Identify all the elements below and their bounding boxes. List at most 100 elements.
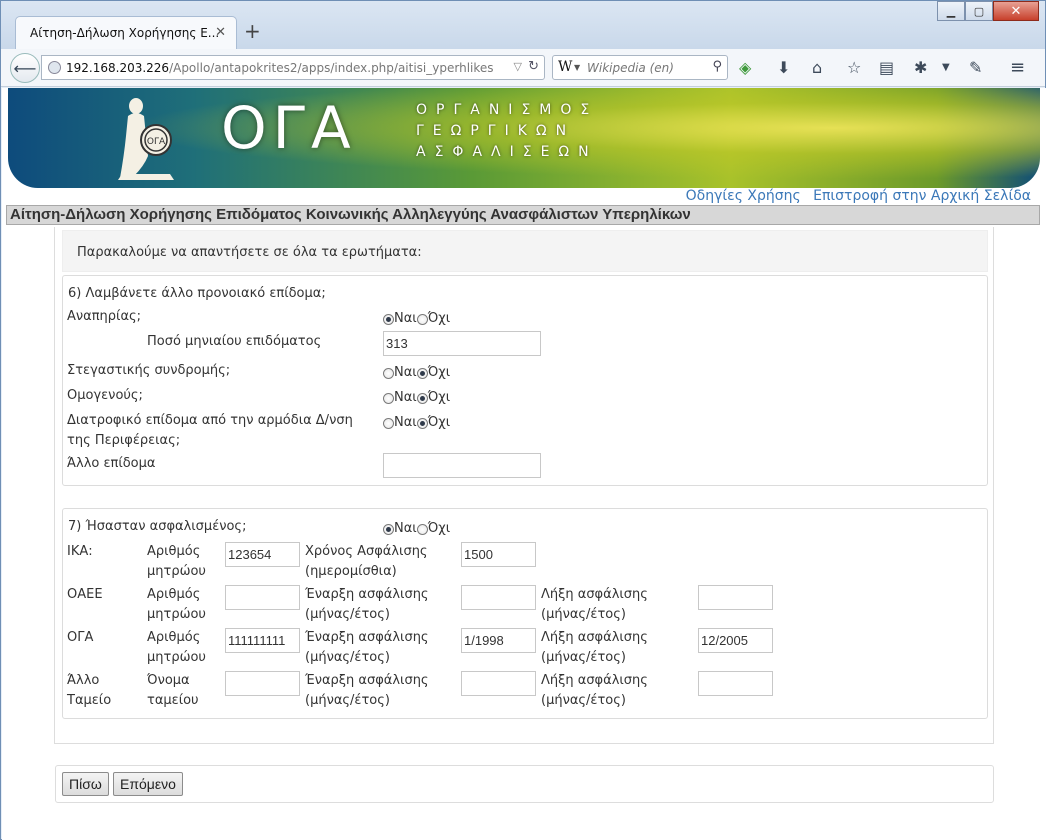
oaee-reg-field[interactable] (225, 585, 300, 610)
disability-yes-radio[interactable] (383, 313, 394, 325)
back-button[interactable]: Πίσω (62, 772, 109, 796)
ika-time-label-line-2: (ημερομίσθια) (305, 564, 397, 579)
addon-green-icon[interactable]: ◈ (739, 58, 751, 78)
ika-reg-field[interactable]: 123654 (225, 542, 300, 567)
ika-time-label-line-1: Χρόνος Ασφάλισης (305, 544, 428, 559)
food-radio-group: Ναι Όχι (383, 415, 450, 431)
oga-reg-field[interactable]: 111111111 (225, 628, 300, 653)
oaee-reg-label: Αριθμός μητρώου (147, 585, 206, 625)
ika-label: ΙΚΑ: (67, 544, 93, 559)
close-window-icon[interactable]: ✕ (993, 1, 1039, 21)
food-no-radio[interactable] (416, 417, 428, 429)
maximize-icon[interactable]: ▢ (965, 1, 993, 21)
page-viewport: ΟΓΑ ΟΓΑ ΟΡΓΑΝΙΣΜΟΣ ΓΕΩΡΓΙΚΩΝ ΑΣΦΑΛΙΣΕΩΝ … (2, 88, 1046, 840)
oga-label: ΟΓΑ (67, 630, 94, 645)
ika-time-field[interactable]: 1500 (461, 542, 536, 567)
oga-start-field[interactable]: 1/1998 (461, 628, 536, 653)
no-label: Όχι (427, 390, 451, 405)
url-text[interactable]: 192.168.203.226/Apollo/antapokrites2/app… (66, 61, 494, 75)
no-label: Όχι (427, 311, 451, 326)
insured-no-radio[interactable] (416, 523, 428, 535)
oga-reg-label-line-2: μητρώου (147, 650, 206, 665)
expatriate-label: Ομογενούς; (67, 388, 143, 403)
other-fund-end-label-line-2: (μήνας/έτος) (541, 693, 626, 708)
expatriate-no-radio[interactable] (416, 392, 428, 404)
yes-label: Ναι (394, 311, 417, 326)
other-fund-end-label-line-1: Λήξη ασφάλισης (541, 673, 648, 688)
other-fund-label: Άλλο Ταμείο (67, 671, 111, 711)
other-benefit-field[interactable] (383, 453, 541, 478)
search-input[interactable]: Wikipedia (en) (587, 61, 674, 75)
yes-label: Ναι (394, 415, 417, 430)
ika-reg-label-line-1: Αριθμός (147, 544, 201, 559)
close-tab-icon[interactable]: ✕ (215, 25, 226, 40)
ika-reg-label-line-2: μητρώου (147, 564, 206, 579)
oga-end-label-line-2: (μήνας/έτος) (541, 650, 626, 665)
new-tab-icon[interactable]: + (244, 19, 261, 43)
question-7-panel: 7) Ήσασταν ασφαλισμένος; Ναι Όχι ΙΚΑ: Αρ… (62, 508, 988, 719)
other-fund-start-field[interactable] (461, 671, 536, 696)
download-icon[interactable]: ⬇ (777, 58, 790, 78)
ika-time-label: Χρόνος Ασφάλισης (ημερομίσθια) (305, 542, 428, 582)
engine-dropdown-icon[interactable]: ▼ (574, 63, 580, 72)
subtitle-line-1: ΟΡΓΑΝΙΣΜΟΣ (416, 102, 599, 118)
other-fund-start-label: Έναρξη ασφάλισης (μήνας/έτος) (305, 671, 429, 711)
other-benefit-label: Άλλο επίδομα (67, 456, 156, 471)
minimize-icon[interactable]: ▁ (937, 1, 965, 21)
browser-tab[interactable]: Αίτηση-Δήλωση Χορήγησης Ε... ✕ (15, 16, 237, 50)
disability-no-radio[interactable] (416, 313, 428, 325)
q6-title: 6) Λαμβάνετε άλλο προνοιακό επίδομα; (68, 286, 326, 301)
monthly-amount-field[interactable]: 313 (383, 331, 541, 356)
wikipedia-icon[interactable]: W (558, 59, 572, 75)
url-bar[interactable]: 192.168.203.226/Apollo/antapokrites2/app… (41, 55, 545, 80)
next-button[interactable]: Επόμενο (113, 772, 183, 796)
monthly-amount-label: Ποσό μηνιαίου επιδόματος (147, 334, 322, 349)
form-notice: Παρακαλούμε να απαντήσετε σε όλα τα ερωτ… (62, 230, 988, 272)
other-fund-end-field[interactable] (698, 671, 773, 696)
disability-label: Αναπηρίας; (67, 309, 142, 324)
oga-banner: ΟΓΑ ΟΓΑ ΟΡΓΑΝΙΣΜΟΣ ΓΕΩΡΓΙΚΩΝ ΑΣΦΑΛΙΣΕΩΝ (8, 88, 1040, 188)
food-label-line-2: της Περιφέρειας; (67, 433, 181, 448)
other-fund-name-label: Όνομα ταμείου (147, 671, 199, 711)
reading-list-icon[interactable]: ▤ (879, 58, 894, 78)
menu-hamburger-icon[interactable]: ≡ (1010, 58, 1025, 78)
oaee-start-field[interactable] (461, 585, 536, 610)
other-fund-name-field[interactable] (225, 671, 300, 696)
bug-addon-icon[interactable]: ✱ (914, 58, 927, 78)
subtitle-line-2: ΓΕΩΡΓΙΚΩΝ (416, 123, 576, 139)
home-icon[interactable]: ⌂ (812, 58, 822, 78)
oga-subtitle: ΟΡΓΑΝΙΣΜΟΣ ΓΕΩΡΓΙΚΩΝ ΑΣΦΑΛΙΣΕΩΝ (416, 100, 598, 163)
oga-start-label-line-2: (μήνας/έτος) (305, 650, 390, 665)
reload-icon[interactable]: ↻ (528, 59, 539, 74)
history-dropdown-icon[interactable]: ▽ (514, 60, 522, 73)
form-buttons-panel: Πίσω Επόμενο (55, 765, 994, 803)
other-fund-start-label-line-1: Έναρξη ασφάλισης (305, 673, 429, 688)
home-link[interactable]: Επιστροφή στην Αρχική Σελίδα (813, 188, 1031, 204)
question-6-panel: 6) Λαμβάνετε άλλο προνοιακό επίδομα; Ανα… (62, 275, 988, 486)
oaee-start-label: Έναρξη ασφάλισης (μήνας/έτος) (305, 585, 429, 625)
tab-title: Αίτηση-Δήλωση Χορήγησης Ε... (30, 26, 220, 40)
search-bar[interactable]: W ▼ Wikipedia (en) ⚲ (552, 55, 728, 80)
notepad-icon[interactable]: ✎ (969, 58, 982, 78)
oga-start-label-line-1: Έναρξη ασφάλισης (305, 630, 429, 645)
globe-icon (48, 61, 61, 74)
oga-reg-label: Αριθμός μητρώου (147, 628, 206, 668)
housing-no-radio[interactable] (416, 367, 428, 379)
search-magnifier-icon[interactable]: ⚲ (712, 59, 722, 74)
oaee-end-field[interactable] (698, 585, 773, 610)
disability-radio-group: Ναι Όχι (383, 311, 450, 327)
food-yes-radio[interactable] (383, 417, 394, 429)
housing-yes-radio[interactable] (383, 367, 394, 379)
oaee-label: ΟΑΕΕ (67, 587, 103, 602)
page-title: Αίτηση-Δήλωση Χορήγησης Επιδόματος Κοινω… (6, 205, 1040, 225)
housing-radio-group: Ναι Όχι (383, 365, 450, 381)
expatriate-yes-radio[interactable] (383, 392, 394, 404)
bookmark-star-icon[interactable]: ☆ (847, 58, 861, 78)
seal-label: ΟΓΑ (147, 137, 166, 147)
addon-dropdown-icon[interactable]: ▼ (942, 58, 950, 78)
back-arrow-icon[interactable]: ⟵ (10, 53, 40, 83)
insured-yes-radio[interactable] (383, 523, 394, 535)
oga-end-field[interactable]: 12/2005 (698, 628, 773, 653)
help-link[interactable]: Οδηγίες Χρήσης (686, 188, 801, 204)
oga-reg-label-line-1: Αριθμός (147, 630, 201, 645)
